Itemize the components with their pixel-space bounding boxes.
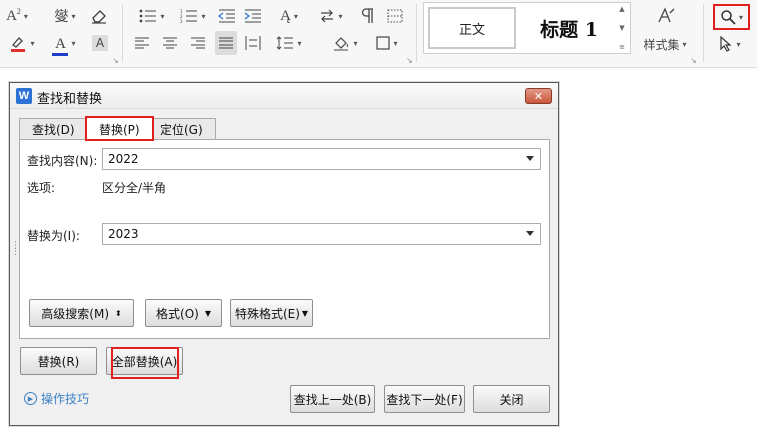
double-chevron-icon: ⬍ xyxy=(115,308,122,318)
ribbon-separator xyxy=(416,4,417,62)
highlight-frame xyxy=(85,116,154,141)
close-button[interactable]: 关闭 xyxy=(473,385,550,413)
paragraph-dialog-launcher-icon[interactable]: ↘ xyxy=(406,56,413,65)
increase-indent-icon xyxy=(244,9,261,23)
show-marks-button[interactable] xyxy=(356,5,378,27)
char-shading-icon: A xyxy=(92,35,108,51)
superscript-icon: A2 xyxy=(6,7,21,24)
ribbon-separator xyxy=(122,4,123,62)
options-value: 区分全/半角 xyxy=(102,181,167,195)
special-format-button[interactable]: 特殊格式(E) ▼ xyxy=(230,299,313,327)
play-circle-icon: ▶ xyxy=(24,392,37,405)
line-spacing-button[interactable]: ▾ xyxy=(272,32,306,54)
replace-input[interactable]: 2023 xyxy=(102,223,541,245)
justify-button[interactable] xyxy=(215,31,237,55)
borders-button[interactable]: ▾ xyxy=(370,32,404,54)
text-direction-icon xyxy=(321,9,334,23)
paint-bucket-icon xyxy=(334,37,349,51)
clear-format-button[interactable] xyxy=(88,5,110,27)
style-set-button[interactable]: 样式集 ▾ xyxy=(639,33,691,55)
style-set-icon-button[interactable] xyxy=(655,5,677,27)
find-previous-button[interactable]: 查找上一处(B) xyxy=(290,385,375,413)
chevron-up-icon[interactable]: ▲ xyxy=(619,5,624,13)
style-normal[interactable]: 正文 xyxy=(428,7,516,49)
borders-icon xyxy=(376,36,391,50)
svg-text:3: 3 xyxy=(180,19,183,23)
align-right-icon xyxy=(191,37,205,49)
align-center-button[interactable] xyxy=(161,32,179,54)
font-color-icon: A xyxy=(52,34,69,56)
char-shading-button[interactable]: A xyxy=(90,32,110,54)
distributed-button[interactable] xyxy=(243,32,263,54)
change-case-button[interactable]: Ą ▾ xyxy=(272,5,306,27)
more-icon[interactable]: ≡ xyxy=(619,43,625,51)
tips-link[interactable]: ▶ 操作技巧 xyxy=(24,390,89,407)
replace-button[interactable]: 替换(R) xyxy=(20,347,97,375)
paragraph-mark-icon xyxy=(361,8,373,23)
find-replace-dialog: W 查找和替换 ✕ 查找(D) 替换(P) 定位(G) 查找内容(N): 202… xyxy=(9,82,559,426)
align-left-icon xyxy=(135,37,149,49)
replace-label: 替换为(I): xyxy=(27,229,80,243)
find-input[interactable]: 2022 xyxy=(102,148,541,170)
tab-goto[interactable]: 定位(G) xyxy=(147,118,216,140)
shading-button[interactable]: ▾ xyxy=(328,32,362,54)
search-icon xyxy=(721,10,736,25)
style-gallery: 正文 标题 1 ▲ ▼ ≡ xyxy=(423,2,631,54)
decrease-indent-icon xyxy=(218,9,235,23)
ribbon-separator xyxy=(703,4,704,62)
numbered-list-icon: 123 xyxy=(180,9,198,23)
chevron-down-icon: ▼ xyxy=(301,308,309,318)
align-right-button[interactable] xyxy=(189,32,207,54)
font-color-button[interactable]: A ▾ xyxy=(46,32,82,56)
dialog-title: 查找和替换 xyxy=(37,92,103,107)
replace-panel: 查找内容(N): 2022 选项: 区分全/半角 替换为(I): 2023 高级… xyxy=(19,139,550,339)
options-label: 选项: xyxy=(27,181,56,195)
replace-all-button[interactable]: 全部替换(A) xyxy=(106,347,183,375)
table-tools-button[interactable] xyxy=(384,5,406,27)
wps-writer-icon: W xyxy=(16,88,32,104)
chevron-down-icon[interactable]: ▼ xyxy=(619,24,624,32)
find-button[interactable]: ▾ xyxy=(713,4,750,30)
line-spacing-icon xyxy=(277,36,294,50)
resize-grip-icon: ⋮ ⋮ xyxy=(11,241,20,257)
increase-indent-button[interactable] xyxy=(243,5,263,27)
dropdown-arrow-icon[interactable] xyxy=(526,231,534,236)
dialog-titlebar[interactable]: W 查找和替换 ✕ xyxy=(10,83,558,109)
align-center-icon xyxy=(163,37,177,49)
pinyin-guide-button[interactable]: 燮 ▾ xyxy=(48,5,82,27)
bulleted-list-icon xyxy=(140,9,157,23)
text-direction-button[interactable]: ▾ xyxy=(314,5,348,27)
decrease-indent-button[interactable] xyxy=(217,5,237,27)
chevron-down-icon: ▼ xyxy=(204,308,211,318)
bullets-button[interactable]: ▾ xyxy=(135,5,169,27)
style-heading-1[interactable]: 标题 1 xyxy=(524,7,614,49)
close-icon[interactable]: ✕ xyxy=(525,88,552,104)
styles-dialog-launcher-icon[interactable]: ↘ xyxy=(690,56,697,65)
highlight-color-button[interactable]: ▾ xyxy=(4,32,40,54)
tab-find[interactable]: 查找(D) xyxy=(19,118,88,140)
dropdown-arrow-icon[interactable] xyxy=(526,156,534,161)
justify-icon xyxy=(219,37,233,49)
format-button[interactable]: 格式(O) ▼ xyxy=(145,299,222,327)
align-left-button[interactable] xyxy=(133,32,151,54)
dotted-table-icon xyxy=(387,9,403,23)
numbering-button[interactable]: 123 ▾ xyxy=(176,5,210,27)
pinyin-icon: 燮 xyxy=(54,9,69,25)
eraser-icon xyxy=(92,10,106,24)
cursor-arrow-icon xyxy=(720,36,733,52)
tab-replace[interactable]: 替换(P) xyxy=(85,116,154,141)
find-label: 查找内容(N): xyxy=(27,154,98,168)
distributed-icon xyxy=(245,36,261,50)
select-button[interactable]: ▾ xyxy=(714,33,746,55)
font-dialog-launcher-icon[interactable]: ↘ xyxy=(112,56,119,65)
style-set-icon xyxy=(658,7,675,23)
change-case-icon: Ą xyxy=(280,7,291,24)
gallery-scroll[interactable]: ▲ ▼ ≡ xyxy=(616,5,628,51)
superscript-button[interactable]: A2 ▾ xyxy=(2,5,32,27)
find-next-button[interactable]: 查找下一处(F) xyxy=(384,385,465,413)
advanced-search-button[interactable]: 高级搜索(M) ⬍ xyxy=(29,299,134,327)
highlighter-icon xyxy=(11,37,26,52)
ribbon: A2 ▾ 燮 ▾ ▾ A ▾ A ↘ ▾ 1 2 3 ▾ Ą ▾ ▾ ▾ ▾ ▾… xyxy=(0,0,757,68)
